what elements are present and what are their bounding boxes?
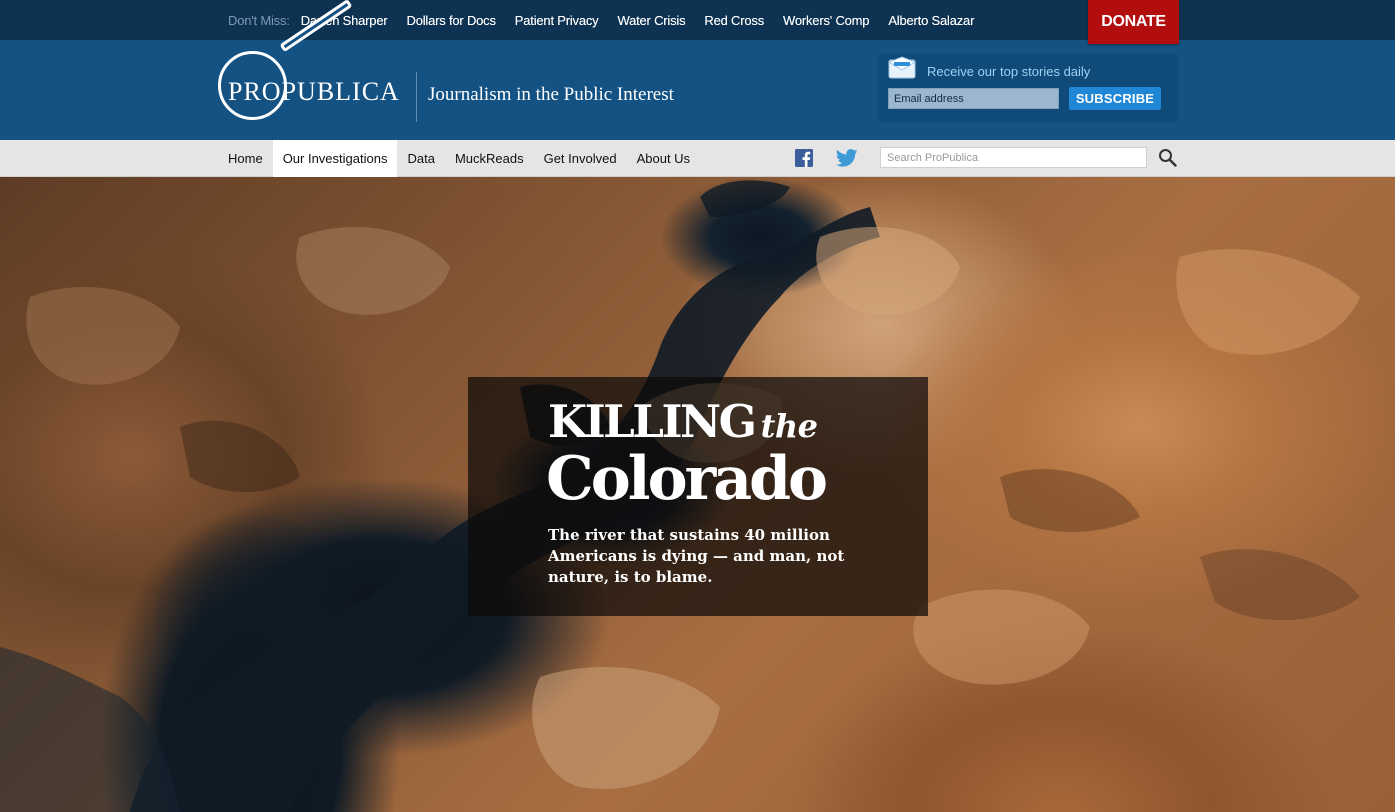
nav-item-our-investigations[interactable]: Our Investigations [272, 140, 398, 177]
header-divider [416, 72, 417, 122]
hero-title-line1: KILLING the [548, 399, 818, 445]
dont-miss-link-patient-privacy[interactable]: Patient Privacy [515, 13, 599, 28]
hero-title-line2: Colorado [546, 444, 828, 514]
hero-headline-box: KILLING the Colorado The river that susta… [468, 377, 928, 616]
hero-feature[interactable]: KILLING the Colorado The river that susta… [0, 177, 1395, 812]
newsletter-signup: Receive our top stories daily SUBSCRIBE [878, 54, 1178, 122]
main-nav: Home Our Investigations Data MuckReads G… [218, 140, 700, 177]
main-nav-bar: Home Our Investigations Data MuckReads G… [0, 140, 1395, 177]
search-icon[interactable] [1158, 148, 1177, 167]
donate-button[interactable]: DONATE [1088, 0, 1179, 44]
twitter-icon[interactable] [835, 149, 858, 167]
dont-miss-link-dollars-for-docs[interactable]: Dollars for Docs [407, 13, 496, 28]
search-input[interactable] [880, 147, 1147, 168]
hero-subtitle: The river that sustains 40 million Ameri… [548, 526, 845, 586]
dont-miss-link-alberto-salazar[interactable]: Alberto Salazar [888, 13, 974, 28]
logo-publica: Publica [281, 77, 400, 106]
nav-item-get-involved[interactable]: Get Involved [534, 140, 627, 177]
newsletter-text: Receive our top stories daily [927, 64, 1091, 79]
newsletter-email-input[interactable] [888, 88, 1059, 109]
nav-item-about-us[interactable]: About Us [627, 140, 700, 177]
nav-item-data[interactable]: Data [397, 140, 444, 177]
top-bar: Don't Miss: Darren Sharper Dollars for D… [0, 0, 1395, 40]
propublica-logo[interactable]: ProPublica [215, 0, 415, 132]
dont-miss-link-workers-comp[interactable]: Workers' Comp [783, 13, 870, 28]
site-tagline: Journalism in the Public Interest [428, 84, 674, 105]
dont-miss-label: Don't Miss: [228, 12, 290, 28]
envelope-icon [887, 56, 917, 79]
facebook-icon[interactable] [795, 149, 813, 167]
hero-title-killing: KILLING [548, 395, 757, 448]
nav-item-home[interactable]: Home [218, 140, 273, 177]
hero-title-the: the [760, 407, 818, 445]
nav-item-muckreads[interactable]: MuckReads [445, 140, 534, 177]
logo-wordmark: ProPublica [228, 76, 400, 108]
logo-pro: Pro [228, 77, 282, 106]
dont-miss-link-red-cross[interactable]: Red Cross [704, 13, 764, 28]
subscribe-button[interactable]: SUBSCRIBE [1069, 87, 1161, 110]
dont-miss-link-water-crisis[interactable]: Water Crisis [617, 13, 685, 28]
site-header [0, 40, 1395, 140]
